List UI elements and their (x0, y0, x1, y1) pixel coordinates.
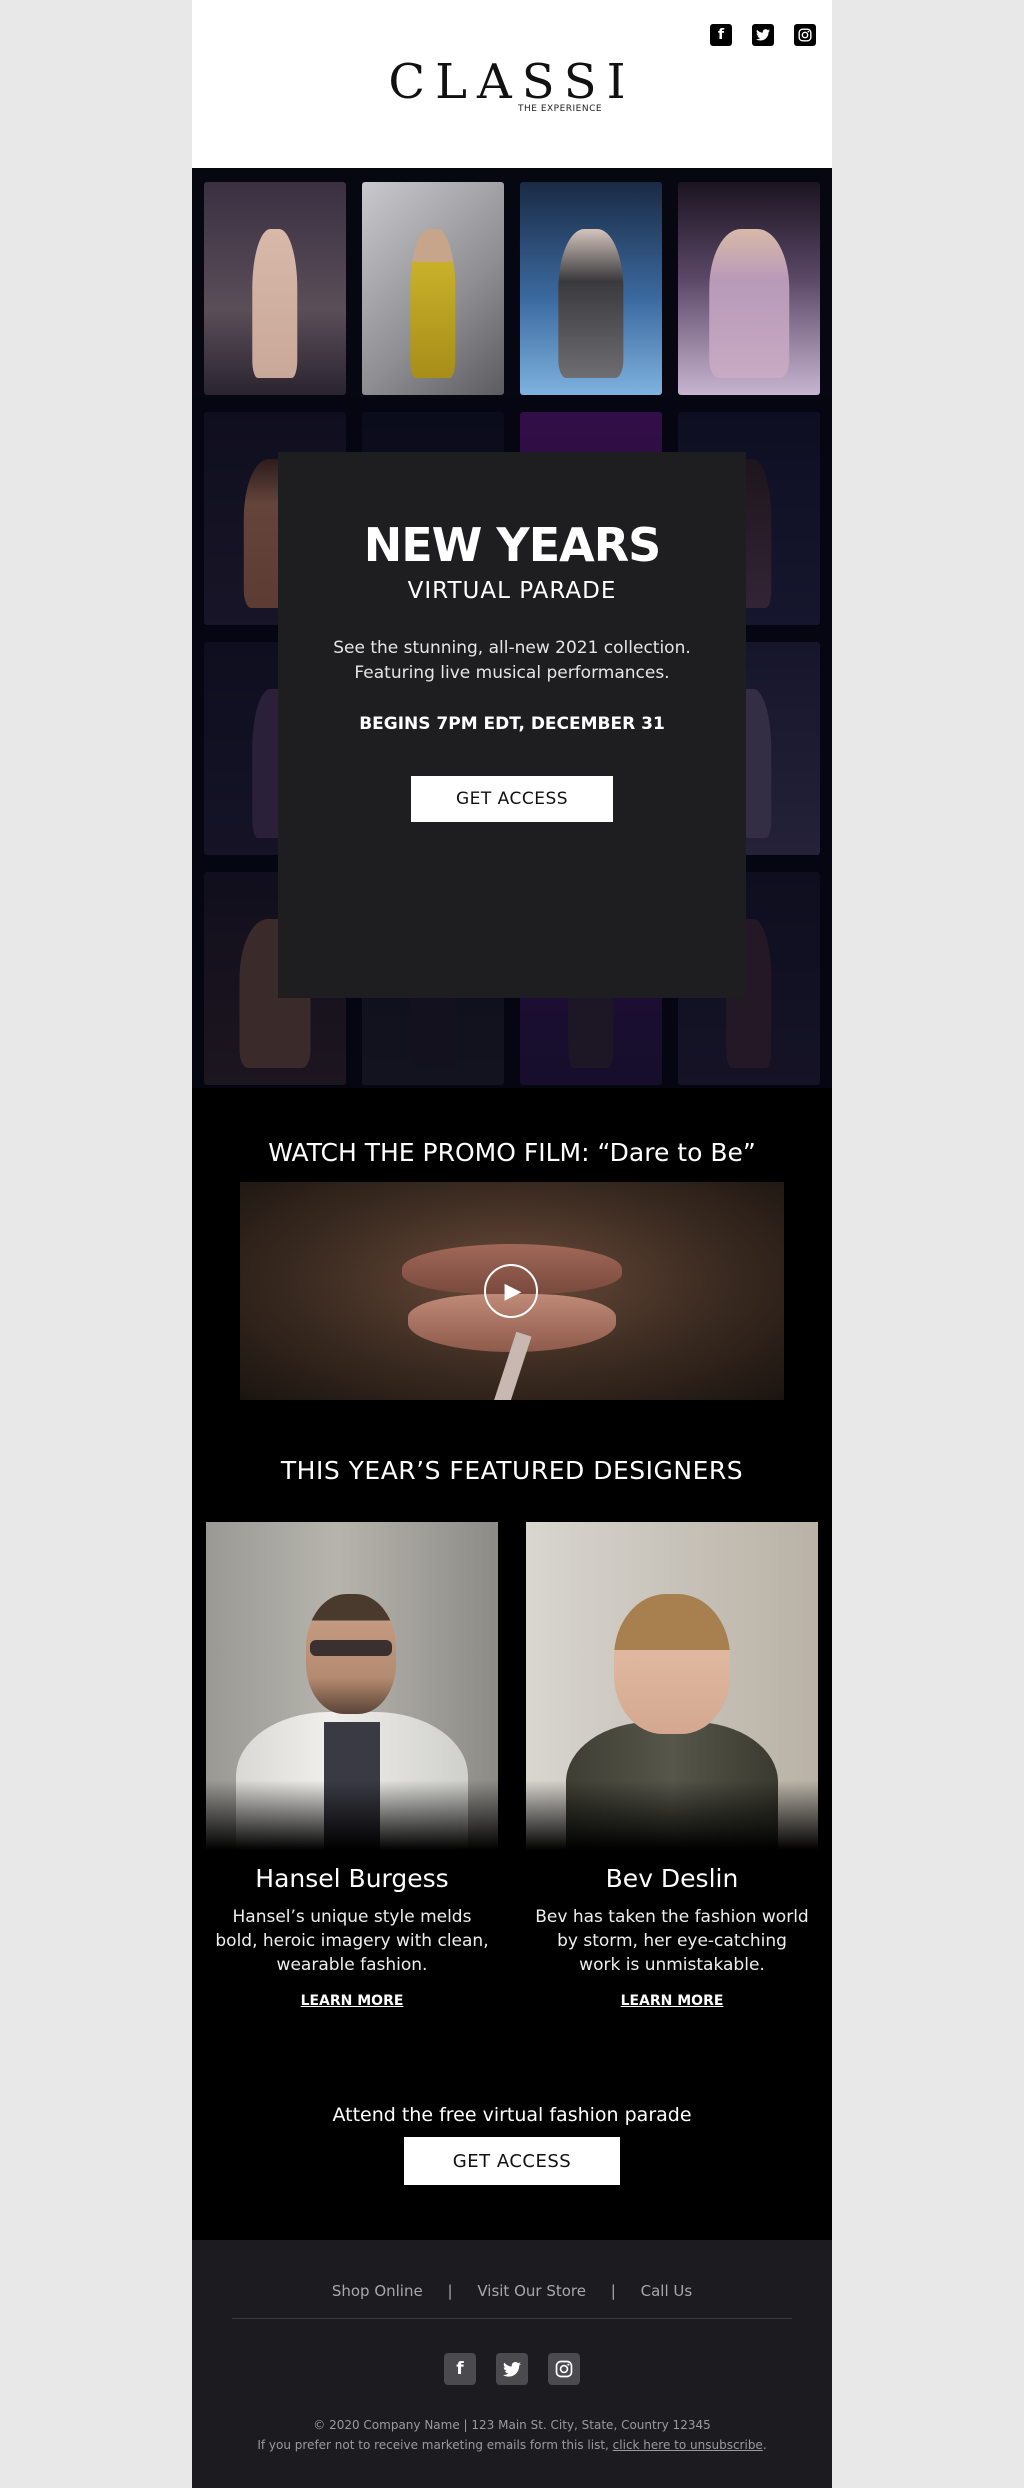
instagram-icon[interactable] (548, 2353, 580, 2385)
logo-tagline: THE EXPERIENCE (518, 104, 603, 114)
footer-address: © 2020 Company Name | 123 Main St. City,… (313, 2418, 711, 2432)
designer-photo (526, 1522, 818, 1850)
hero-card: NEW YEARS VIRTUAL PARADE See the stunnin… (278, 452, 746, 998)
designer-name: Hansel Burgess (255, 1864, 449, 1893)
play-icon[interactable]: ▶ (484, 1264, 538, 1318)
runway-photo (204, 182, 346, 395)
designer-bio: Bev has taken the fashion world by storm… (535, 1907, 809, 1975)
hero-subtitle: VIRTUAL PARADE (407, 578, 617, 604)
footer-link-call-us[interactable]: Call Us (641, 2282, 693, 2300)
email-header: f CLASSI THE EXPERIENCE (192, 0, 832, 168)
logo-wordmark: CLASSI (388, 54, 636, 110)
email-footer: Shop Online | Visit Our Store | Call Us … (192, 2240, 832, 2488)
footer-separator: | (447, 2282, 453, 2300)
runway-photo (678, 182, 820, 395)
footer-links: Shop Online | Visit Our Store | Call Us (192, 2282, 832, 2300)
hero-title: NEW YEARS (363, 518, 662, 572)
instagram-icon[interactable] (794, 24, 816, 46)
designer-card: Hansel Burgess Hansel’s unique style mel… (206, 1522, 498, 2009)
footer-link-visit-store[interactable]: Visit Our Store (477, 2282, 586, 2300)
footer-social-links: f (192, 2353, 832, 2385)
footer-divider (232, 2318, 792, 2319)
event-date: BEGINS 7PM EDT, DECEMBER 31 (359, 714, 665, 734)
facebook-icon[interactable]: f (444, 2353, 476, 2385)
runway-photo (362, 182, 504, 395)
designer-name: Bev Deslin (605, 1864, 739, 1893)
footer-separator: | (610, 2282, 616, 2300)
hero-description: See the stunning, all-new 2021 collectio… (278, 636, 746, 686)
hero-runway-section: NEW YEARS VIRTUAL PARADE See the stunnin… (192, 168, 832, 1088)
facebook-icon[interactable]: f (710, 24, 732, 46)
brand-logo[interactable]: CLASSI THE EXPERIENCE (192, 54, 832, 114)
designers-title: THIS YEAR’S FEATURED DESIGNERS (280, 1456, 744, 1485)
header-social-links: f (710, 24, 816, 46)
learn-more-link[interactable]: LEARN MORE (621, 1993, 724, 2009)
designer-photo (206, 1522, 498, 1850)
promo-title: WATCH THE PROMO FILM: “Dare to Be” (268, 1138, 756, 1167)
designer-bio: Hansel’s unique style melds bold, heroic… (215, 1907, 489, 1975)
runway-photo (520, 182, 662, 395)
promo-video-thumbnail[interactable]: ▶ (240, 1182, 784, 1400)
twitter-icon[interactable] (752, 24, 774, 46)
learn-more-link[interactable]: LEARN MORE (301, 1993, 404, 2009)
hero-description-line: Featuring live musical performances. (354, 663, 670, 683)
email-body: f CLASSI THE EXPERIENCE NEW YEARS VIRTUA… (192, 0, 832, 2488)
hero-description-line: See the stunning, all-new 2021 collectio… (333, 638, 691, 658)
twitter-icon[interactable] (496, 2353, 528, 2385)
footer-unsubscribe-text: If you prefer not to receive marketing e… (192, 2438, 832, 2452)
unsubscribe-link[interactable]: click here to unsubscribe (613, 2438, 763, 2452)
cta-text: Attend the free virtual fashion parade (332, 2104, 692, 2126)
footer-link-shop-online[interactable]: Shop Online (332, 2282, 423, 2300)
hero-get-access-button[interactable]: GET ACCESS (411, 776, 613, 822)
designer-card: Bev Deslin Bev has taken the fashion wor… (526, 1522, 818, 2009)
cta-get-access-button[interactable]: GET ACCESS (404, 2137, 620, 2185)
unsubscribe-suffix: . (762, 2438, 767, 2452)
unsubscribe-prefix: If you prefer not to receive marketing e… (257, 2438, 613, 2452)
